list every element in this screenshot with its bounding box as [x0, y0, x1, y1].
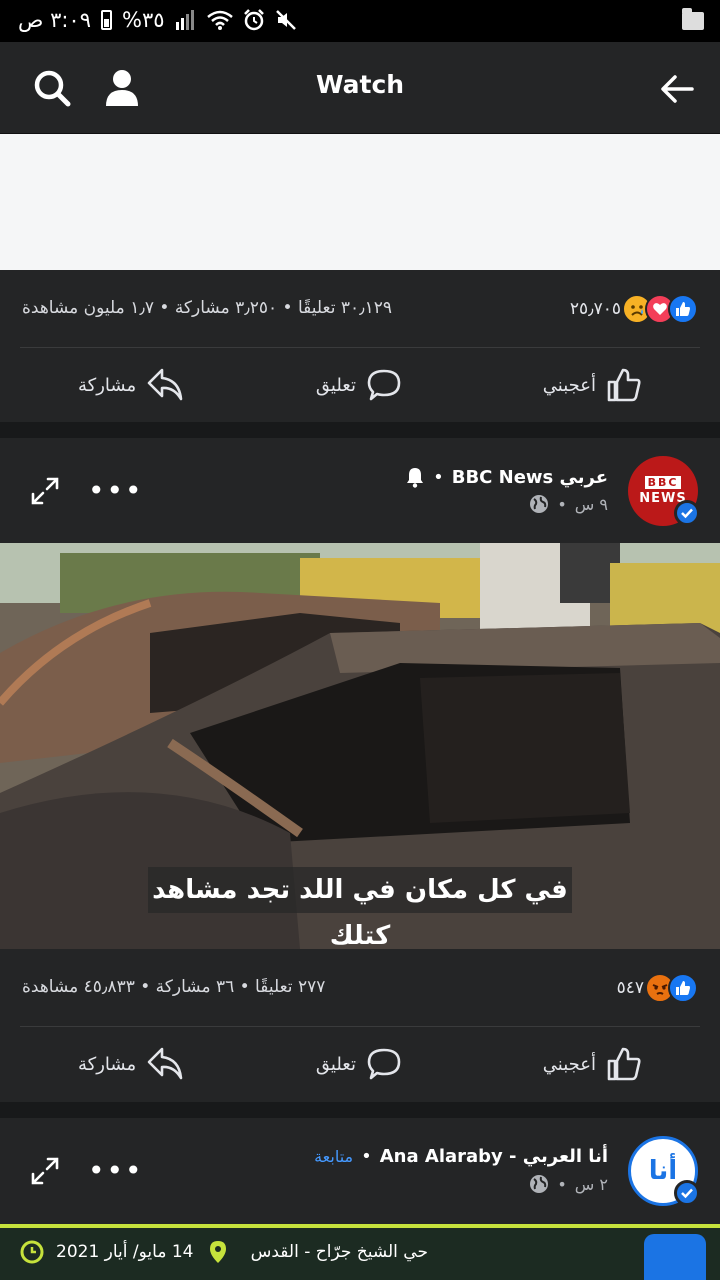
like-label: أعجبني	[542, 1053, 596, 1075]
share-label: مشاركة	[78, 1053, 137, 1075]
post-3-meta-line: ٢ س •	[529, 1174, 608, 1194]
post-1-actions: أعجبني تعليق مشاركة	[0, 346, 720, 424]
share-label: مشاركة	[78, 374, 137, 396]
post-3-header: أنا أنا العربي - Ana Alaraby • متابعة ٢ …	[0, 1118, 720, 1224]
comment-label: تعليق	[315, 1053, 356, 1075]
share-button[interactable]: مشاركة	[78, 346, 184, 424]
share-icon	[147, 368, 183, 401]
share-icon	[147, 1047, 183, 1080]
like-button[interactable]: أعجبني	[543, 346, 642, 424]
post-2-stats: ٥٤٧ ٢٧٧ تعليقًا • ٣٦ مشاركة • ٤٥٫٨٣٣ مشا…	[20, 949, 700, 1027]
post-time: ٩ س	[574, 494, 608, 514]
globe-icon	[530, 1175, 549, 1193]
app-bar: Watch	[0, 42, 720, 134]
comment-label: تعليق	[315, 374, 356, 396]
reactions-summary[interactable]: ٥٤٧	[617, 973, 698, 1003]
verified-badge-icon	[674, 1180, 700, 1206]
post-3-video-preview[interactable]: حي الشيخ جرّاح - القدس 14 مايو/ أيار 202…	[0, 1224, 720, 1280]
location-text: حي الشيخ جرّاح - القدس	[250, 1242, 428, 1262]
page-title: Watch	[315, 70, 405, 99]
like-button[interactable]: أعجبني	[543, 1025, 642, 1103]
channel-watermark-logo	[644, 1234, 706, 1280]
dot-separator: •	[361, 1146, 372, 1167]
wifi-icon	[206, 10, 233, 30]
post-1-stats: ٢٥٫٧٠٥ ٣٠٫١٢٩ تعليقًا • ٣٫٢٥٠ مشاركة • ١…	[20, 270, 700, 348]
post-2-actions: أعجبني تعليق مشاركة	[0, 1025, 720, 1103]
comment-button[interactable]: تعليق	[316, 1025, 402, 1103]
follow-button[interactable]: متابعة	[314, 1147, 353, 1166]
post-3-author-line: أنا العربي - Ana Alaraby • متابعة	[314, 1146, 608, 1167]
more-options-icon[interactable]: •••	[88, 474, 144, 507]
engagement-summary[interactable]: ٢٧٧ تعليقًا • ٣٦ مشاركة • ٤٥٫٨٣٣ مشاهدة	[22, 977, 325, 997]
dot-separator: •	[557, 494, 567, 514]
like-reaction-icon	[668, 973, 698, 1003]
battery-icon	[101, 10, 112, 30]
post-2-author-line: عربي BBC News •	[405, 466, 608, 488]
reaction-count: ٢٥٫٧٠٥	[569, 299, 621, 319]
comment-icon	[367, 1048, 401, 1080]
mute-icon	[275, 10, 296, 30]
post-2-header: BBC NEWS عربي BBC News • ٩ س • •••	[0, 438, 720, 544]
thumbs-up-icon	[607, 1047, 641, 1081]
avatar-logo-text: أنا	[648, 1156, 678, 1186]
signal-icon	[175, 10, 194, 30]
video-player[interactable]: في كل مكان في اللد تجد مشاهد كتلك	[0, 543, 720, 949]
expand-icon[interactable]	[30, 1156, 60, 1186]
page-name[interactable]: عربي BBC News	[452, 467, 608, 488]
share-button[interactable]: مشاركة	[78, 1025, 184, 1103]
reactions-summary[interactable]: ٢٥٫٧٠٥	[570, 294, 698, 324]
post-2-footer: ٥٤٧ ٢٧٧ تعليقًا • ٣٦ مشاركة • ٤٥٫٨٣٣ مشا…	[0, 949, 720, 1102]
video-caption: في كل مكان في اللد تجد مشاهد كتلك	[148, 867, 572, 949]
clock-icon	[20, 1240, 44, 1264]
like-label: أعجبني	[542, 374, 596, 396]
back-arrow-icon[interactable]	[660, 72, 694, 106]
post-1-footer: ٢٥٫٧٠٥ ٣٠٫١٢٩ تعليقًا • ٣٫٢٥٠ مشاركة • ١…	[0, 270, 720, 422]
clock: ٣:٠٩ ص	[18, 8, 91, 32]
post-time: ٢ س	[574, 1174, 608, 1194]
like-reaction-icon	[668, 294, 698, 324]
separator	[0, 1102, 720, 1118]
engagement-summary[interactable]: ٣٠٫١٢٩ تعليقًا • ٣٫٢٥٠ مشاركة • ١٫٧ مليو…	[22, 298, 392, 318]
location-pin-icon	[210, 1241, 226, 1263]
alarm-icon	[243, 9, 264, 31]
bell-icon[interactable]	[405, 466, 425, 488]
folder-icon	[682, 8, 704, 30]
verified-badge-icon	[674, 500, 700, 526]
comment-button[interactable]: تعليق	[316, 346, 402, 424]
thumbs-up-icon	[607, 368, 641, 402]
more-options-icon[interactable]: •••	[88, 1154, 144, 1187]
status-bar: ٣:٠٩ ص %٣٥	[0, 0, 720, 42]
page-name[interactable]: أنا العربي - Ana Alaraby	[380, 1146, 608, 1167]
blank-media-area	[0, 134, 720, 270]
dot-separator: •	[557, 1174, 567, 1194]
dot-separator: •	[433, 466, 444, 488]
expand-icon[interactable]	[30, 476, 60, 506]
comment-icon	[367, 369, 401, 401]
date-text: 14 مايو/ أيار 2021	[56, 1242, 194, 1262]
reaction-count: ٥٤٧	[616, 978, 644, 998]
separator	[0, 422, 720, 438]
post-2-meta-line: ٩ س •	[529, 494, 608, 514]
battery-level: %٣٥	[122, 8, 165, 32]
globe-icon	[530, 495, 549, 513]
avatar-text-line1: BBC	[644, 476, 682, 489]
